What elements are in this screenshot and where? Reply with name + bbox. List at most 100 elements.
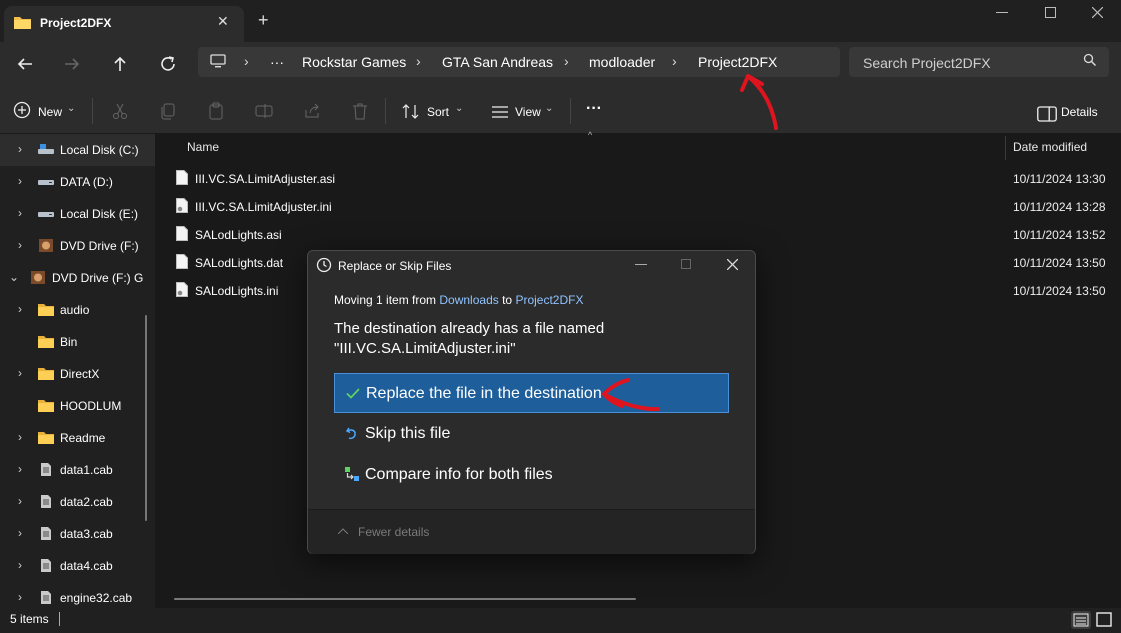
replace-file-option[interactable]: Replace the file in the destination xyxy=(334,373,729,413)
new-tab-button[interactable]: + xyxy=(258,11,269,29)
sort-icon[interactable] xyxy=(401,102,421,122)
dvd-icon xyxy=(39,239,53,252)
paste-icon[interactable] xyxy=(206,101,226,121)
share-icon[interactable] xyxy=(302,101,322,121)
copy-icon[interactable] xyxy=(158,101,178,121)
chevron-right-icon[interactable]: › xyxy=(18,590,22,604)
up-arrow-icon[interactable] xyxy=(108,52,132,76)
toolbar-divider xyxy=(385,98,386,124)
maximize-icon xyxy=(681,259,691,269)
chevron-right-icon[interactable]: › xyxy=(18,494,22,508)
search-input[interactable]: Search Project2DFX xyxy=(863,55,991,71)
sidebar-item[interactable]: Bin xyxy=(0,326,155,358)
scrollbar[interactable] xyxy=(145,315,147,521)
new-button[interactable]: New xyxy=(38,105,62,119)
sidebar-item[interactable]: › audio xyxy=(0,294,155,326)
dialog-footer: Fewer details xyxy=(308,509,755,554)
sort-button[interactable]: Sort xyxy=(427,105,449,119)
close-window-icon[interactable] xyxy=(1092,7,1103,18)
details-view-icon[interactable] xyxy=(1071,611,1091,629)
chevron-right-icon[interactable]: › xyxy=(18,142,22,156)
search-icon xyxy=(1083,53,1096,66)
breadcrumb-gta-san-andreas[interactable]: GTA San Andreas xyxy=(442,54,553,70)
file-name: III.VC.SA.LimitAdjuster.asi xyxy=(195,172,336,186)
sidebar-item[interactable]: › data3.cab xyxy=(0,518,155,550)
minimize-icon[interactable] xyxy=(996,12,1008,14)
rename-icon[interactable] xyxy=(254,101,274,121)
column-header-date-modified[interactable]: Date modified xyxy=(1013,140,1087,154)
back-arrow-icon[interactable] xyxy=(13,52,37,76)
sidebar-item[interactable]: › DVD Drive (F:) xyxy=(0,230,155,262)
chevron-right-icon[interactable]: › xyxy=(18,302,22,316)
skip-file-option[interactable]: Skip this file xyxy=(334,414,729,454)
compare-files-option[interactable]: Compare info for both files xyxy=(334,455,729,495)
chevron-right-icon[interactable]: › xyxy=(18,526,22,540)
destination-link[interactable]: Project2DFX xyxy=(515,293,583,307)
tab-project2dfx[interactable]: Project2DFX ✕ xyxy=(4,6,244,42)
chevron-right-icon[interactable]: › xyxy=(18,462,22,476)
chevron-right-icon: › xyxy=(416,53,421,69)
tab-close-button[interactable]: ✕ xyxy=(217,13,229,30)
chevron-right-icon[interactable]: › xyxy=(18,430,22,444)
chevron-right-icon[interactable]: › xyxy=(18,558,22,572)
sidebar-item[interactable]: ⌄ DVD Drive (F:) G xyxy=(0,262,155,294)
dialog-title: Replace or Skip Files xyxy=(338,259,452,273)
column-header-name[interactable]: Name xyxy=(187,140,219,154)
horizontal-scrollbar[interactable] xyxy=(174,598,636,600)
sidebar-item[interactable]: › Local Disk (C:) xyxy=(0,134,155,166)
chevron-right-icon[interactable]: › xyxy=(18,238,22,252)
breadcrumb-overflow[interactable]: ··· xyxy=(270,54,284,70)
refresh-icon[interactable] xyxy=(156,52,180,76)
breadcrumb-modloader[interactable]: modloader xyxy=(589,54,655,70)
cut-icon[interactable] xyxy=(110,101,130,121)
source-link[interactable]: Downloads xyxy=(439,293,498,307)
file-row[interactable]: III.VC.SA.LimitAdjuster.asi 10/11/2024 13… xyxy=(156,164,1121,192)
sidebar-item[interactable]: › engine32.cab xyxy=(0,582,155,608)
chevron-right-icon[interactable]: › xyxy=(18,366,22,380)
new-plus-icon[interactable] xyxy=(12,100,32,120)
chevron-right-icon[interactable]: › xyxy=(18,206,22,220)
breadcrumb-rockstar-games[interactable]: Rockstar Games xyxy=(302,54,406,70)
sort-caret-icon: ^ xyxy=(588,130,593,140)
minimize-icon[interactable] xyxy=(635,264,647,266)
clock-icon xyxy=(316,257,332,273)
more-options-button[interactable]: ··· xyxy=(586,100,602,118)
forward-arrow-icon[interactable] xyxy=(60,52,84,76)
drive-icon xyxy=(38,212,54,217)
view-icon[interactable] xyxy=(490,102,510,122)
sidebar-item-label: audio xyxy=(60,303,90,317)
maximize-icon[interactable] xyxy=(1045,7,1056,18)
file-row[interactable]: III.VC.SA.LimitAdjuster.ini 10/11/2024 13… xyxy=(156,192,1121,220)
sidebar-item[interactable]: › DATA (D:) xyxy=(0,166,155,198)
file-row[interactable]: SALodLights.asi 10/11/2024 13:52 xyxy=(156,220,1121,248)
settings-file-icon xyxy=(176,282,188,297)
view-button[interactable]: View xyxy=(515,105,541,119)
sidebar-item[interactable]: › DirectX xyxy=(0,358,155,390)
sidebar-item[interactable]: › data1.cab xyxy=(0,454,155,486)
navigation-pane: › Local Disk (C:) › DATA (D:) › Local Disk (E… xyxy=(0,134,155,608)
details-pane-icon[interactable] xyxy=(1037,104,1057,124)
delete-icon[interactable] xyxy=(350,101,370,121)
sidebar-item[interactable]: › data2.cab xyxy=(0,486,155,518)
sidebar-item-label: Local Disk (C:) xyxy=(60,143,139,157)
details-button[interactable]: Details xyxy=(1061,105,1098,119)
search-box[interactable]: Search Project2DFX xyxy=(849,47,1109,77)
fewer-details-button[interactable]: Fewer details xyxy=(358,525,429,539)
breadcrumb-project2dfx[interactable]: Project2DFX xyxy=(698,54,777,70)
sidebar-item-label: DirectX xyxy=(60,367,100,381)
chevron-down-icon[interactable]: ⌄ xyxy=(9,270,19,284)
column-divider[interactable] xyxy=(1005,136,1006,160)
sidebar-item[interactable]: › Local Disk (E:) xyxy=(0,198,155,230)
sidebar-item-label: Bin xyxy=(60,335,78,349)
conflict-message-filename: "III.VC.SA.LimitAdjuster.ini" xyxy=(334,340,516,357)
folder-icon xyxy=(38,400,54,412)
close-icon[interactable] xyxy=(727,259,738,270)
sidebar-item[interactable]: › Readme xyxy=(0,422,155,454)
large-icons-view-icon[interactable] xyxy=(1094,611,1114,629)
sidebar-item[interactable]: › data4.cab xyxy=(0,550,155,582)
cab-file-icon xyxy=(41,591,51,604)
chevron-right-icon: › xyxy=(672,53,677,69)
chevron-right-icon[interactable]: › xyxy=(18,174,22,188)
address-bar[interactable]: › ··· Rockstar Games › GTA San Andreas ›… xyxy=(198,47,840,77)
sidebar-item[interactable]: HOODLUM xyxy=(0,390,155,422)
